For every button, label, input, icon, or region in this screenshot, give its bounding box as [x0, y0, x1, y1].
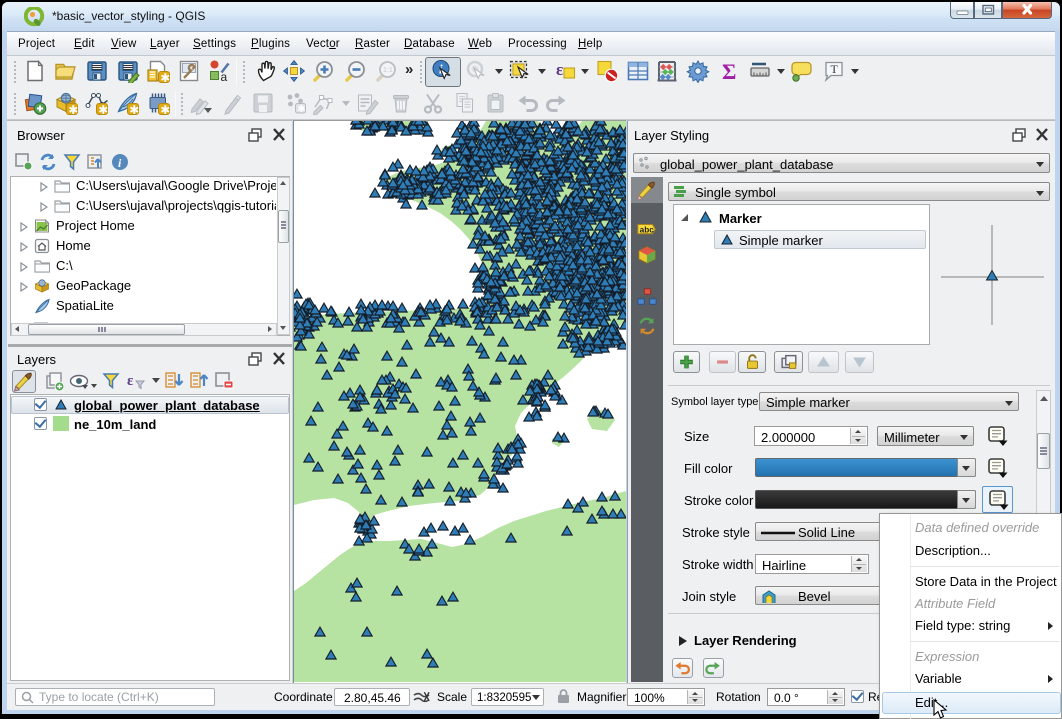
svg-text:✱: ✱: [160, 103, 170, 115]
svg-text:ε: ε: [127, 373, 134, 389]
svg-text:✱: ✱: [98, 103, 108, 115]
svg-text:✱: ✱: [68, 103, 78, 115]
svg-text:a: a: [221, 70, 228, 83]
svg-text:Σ: Σ: [722, 59, 736, 83]
svg-text:ε: ε: [556, 60, 563, 79]
svg-text:✱: ✱: [129, 103, 139, 115]
svg-text:✱: ✱: [297, 104, 305, 115]
svg-text:1:1: 1:1: [383, 67, 393, 74]
svg-text:T: T: [831, 62, 839, 76]
svg-text:✱: ✱: [160, 71, 170, 83]
svg-text:abc: abc: [640, 226, 655, 235]
